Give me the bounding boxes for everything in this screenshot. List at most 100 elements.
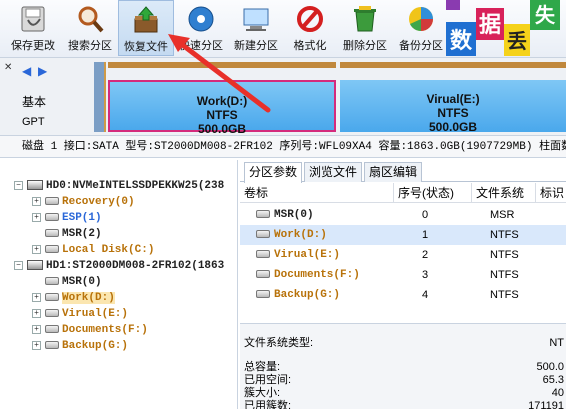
partition-block-work[interactable]: Work(D:) NTFS 500.0GB	[108, 62, 336, 136]
partition-icon	[45, 229, 59, 238]
column-header-label[interactable]: 卷标	[240, 183, 394, 203]
row-name-cell: MSR(0)	[256, 205, 314, 225]
column-header-id[interactable]: 标识	[536, 183, 566, 203]
expand-icon[interactable]: +	[32, 324, 41, 334]
row-index: 0	[422, 209, 429, 221]
row-index: 2	[422, 249, 429, 261]
row-index: 4	[422, 289, 429, 301]
tree-disk-hd0[interactable]: − HD0:NVMeINTELSSDPEKKW25(238	[14, 178, 224, 194]
tree-item-label: MSR(2)	[62, 228, 102, 240]
tree-item-msr-hd1[interactable]: MSR(0)	[45, 274, 102, 290]
partition-icon	[256, 250, 270, 259]
save-icon	[21, 6, 45, 32]
tree-item-msr[interactable]: MSR(2)	[45, 226, 102, 242]
tree-item-recovery[interactable]: + Recovery(0)	[32, 194, 135, 210]
recover-files-label: 恢复文件	[124, 41, 168, 53]
msr-partition-block[interactable]	[94, 62, 106, 132]
used-space-value: 65.3	[542, 374, 564, 386]
disk-type-label: 基本	[22, 95, 47, 109]
tab-browse-files[interactable]: 浏览文件	[304, 162, 363, 182]
table-row[interactable]: Work(D:) 1 NTFS	[240, 225, 566, 245]
fs-type-label: 文件系统类型:	[244, 337, 314, 349]
disk-nav: ◀ ▶	[4, 64, 60, 82]
save-changes-button[interactable]: 保存更改	[4, 0, 62, 56]
format-button[interactable]: 格式化	[284, 0, 336, 56]
format-icon	[297, 6, 323, 32]
table-row[interactable]: Documents(F:) 3 NTFS	[240, 265, 566, 285]
partition-icon	[45, 213, 59, 222]
partition-icon	[256, 270, 270, 279]
tab-sector-edit[interactable]: 扇区编辑	[364, 162, 423, 182]
expand-icon[interactable]: +	[32, 308, 41, 318]
tree-item-label: Recovery(0)	[62, 196, 135, 208]
tab-partition-params[interactable]: 分区参数	[244, 162, 303, 183]
recover-files-button[interactable]: 恢复文件	[118, 0, 174, 56]
trash-icon	[354, 6, 376, 32]
expand-icon[interactable]: +	[32, 244, 41, 254]
tree-item-esp[interactable]: + ESP(1)	[32, 210, 102, 226]
tree-item-virual-e[interactable]: + Virual(E:)	[32, 306, 128, 322]
partition-name: Virual(E:)	[426, 92, 480, 106]
delete-partition-button[interactable]: 删除分区	[336, 0, 394, 56]
disk-info-line: 磁盘 1 接口:SATA 型号:ST2000DM008-2FR102 序列号:W…	[0, 136, 566, 158]
used-space-label: 已用空间:	[244, 374, 292, 386]
expand-icon[interactable]: +	[32, 340, 41, 350]
tree-item-backup-g[interactable]: + Backup(G:)	[32, 338, 128, 354]
partition-icon	[45, 245, 59, 254]
row-name: Backup(G:)	[274, 289, 341, 301]
partition-name: Work(D:)	[196, 94, 248, 108]
next-disk-icon[interactable]: ▶	[38, 64, 47, 78]
partition-style-label: GPT	[22, 116, 45, 128]
row-fs: NTFS	[490, 249, 519, 261]
column-header-fs[interactable]: 文件系统	[472, 183, 536, 203]
new-partition-icon	[243, 8, 269, 31]
collapse-icon[interactable]: −	[14, 180, 23, 190]
tree-item-label: Work(D:)	[62, 292, 115, 304]
row-index: 1	[422, 229, 429, 241]
partition-block-virual[interactable]: Virual(E:) NTFS 500.0GB	[340, 62, 566, 134]
expand-icon[interactable]: +	[32, 212, 41, 222]
tree-disk-hd1[interactable]: − HD1:ST2000DM008-2FR102(1863	[14, 258, 224, 274]
disk-tree: − HD0:NVMeINTELSSDPEKKW25(238 + Recovery(0…	[0, 160, 238, 409]
collapse-icon[interactable]: −	[14, 260, 23, 270]
row-name: Documents(F:)	[274, 269, 360, 281]
row-name-cell: Documents(F:)	[256, 265, 360, 285]
tree-item-label: Local Disk(C:)	[62, 244, 155, 256]
search-partition-button[interactable]: 搜索分区	[62, 0, 118, 56]
format-label: 格式化	[293, 40, 327, 52]
recover-box-icon	[134, 6, 158, 33]
delete-partition-label: 删除分区	[343, 40, 387, 52]
used-clusters-value: 171191	[528, 400, 564, 409]
search-partition-label: 搜索分区	[68, 40, 112, 52]
data-loss-logo: 数 据 丢 失	[446, 0, 560, 56]
row-name: Virual(E:)	[274, 249, 341, 261]
tree-item-documents-f[interactable]: + Documents(F:)	[32, 322, 148, 338]
table-row[interactable]: Backup(G:) 4 NTFS	[240, 285, 566, 305]
row-name-cell: Work(D:)	[256, 225, 327, 245]
toolbar: 保存更改 搜索分区 恢复文件 快速分区 新建分区 格式化 删除分区 备份分区 数…	[0, 0, 566, 58]
new-partition-button[interactable]: 新建分区	[228, 0, 284, 56]
prev-disk-icon[interactable]: ◀	[22, 64, 31, 78]
pie-backup-icon	[409, 7, 433, 32]
tree-item-local-disk-c[interactable]: + Local Disk(C:)	[32, 242, 154, 258]
table-row[interactable]: Virual(E:) 2 NTFS	[240, 245, 566, 265]
column-header-index[interactable]: 序号(状态)	[394, 183, 472, 203]
partition-icon	[45, 325, 59, 334]
quick-partition-label: 快速分区	[179, 40, 223, 52]
logo-char-2: 据	[479, 13, 501, 38]
partition-fs: NTFS	[206, 108, 238, 122]
table-row[interactable]: MSR(0) 0 MSR	[240, 205, 566, 225]
logo-char-4: 失	[535, 3, 556, 27]
quick-partition-button[interactable]: 快速分区	[174, 0, 228, 56]
backup-partition-button[interactable]: 备份分区	[394, 0, 448, 56]
row-fs: NTFS	[490, 269, 519, 281]
detail-tabs: 分区参数 浏览文件 扇区编辑	[240, 162, 566, 183]
expand-icon[interactable]: +	[32, 196, 41, 206]
expand-icon[interactable]: +	[32, 292, 41, 302]
tree-item-label: Backup(G:)	[62, 340, 129, 352]
filesystem-info-panel: 文件系统类型: NT 总容量: 500.0 已用空间: 65.3 簇大小: 40…	[240, 323, 566, 409]
tree-item-work-d[interactable]: + Work(D:)	[32, 290, 115, 306]
tree-disk-label: HD0:NVMeINTELSSDPEKKW25(238	[46, 180, 225, 192]
tree-item-label: Virual(E:)	[62, 308, 129, 320]
logo-char-3: 丢	[507, 29, 527, 53]
